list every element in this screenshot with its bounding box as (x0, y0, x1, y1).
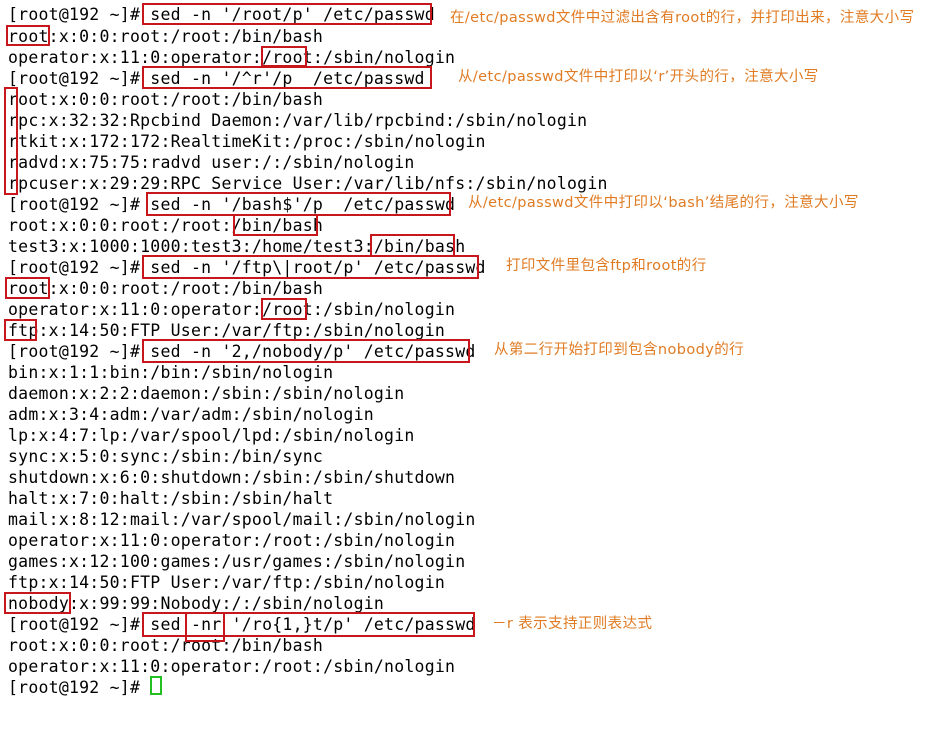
terminal-line: [root@192 ~]# (8, 678, 151, 697)
terminal-line: operator:x:11:0:operator:/root:/sbin/nol… (8, 300, 456, 319)
note-ftp-and-root: 打印文件里包含ftp和root的行 (506, 258, 707, 274)
terminal-line: operator:x:11:0:operator:/root:/sbin/nol… (8, 531, 456, 550)
terminal-line: adm:x:3:4:adm:/var/adm:/sbin/nologin (8, 405, 374, 424)
terminal-line: lp:x:4:7:lp:/var/spool/lpd:/sbin/nologin (8, 426, 415, 445)
terminal-line: bin:x:1:1:bin:/bin:/sbin/nologin (8, 363, 334, 382)
terminal-line: root:x:0:0:root:/root:/bin/bash (8, 90, 324, 109)
terminal-line: rtkit:x:172:172:RealtimeKit:/proc:/sbin/… (8, 132, 486, 151)
terminal-line: nobody:x:99:99:Nobody:/:/sbin/nologin (8, 594, 385, 613)
note-line2-to-nobody: 从第二行开始打印到包含nobody的行 (494, 342, 745, 358)
note-r-regex: －r 表示支持正则表达式 (492, 616, 653, 632)
terminal-line: radvd:x:75:75:radvd user:/:/sbin/nologin (8, 153, 415, 172)
note-start-with-r: 从/etc/passwd文件中打印以‘r’开头的行，注意大小写 (458, 69, 819, 85)
terminal-line: daemon:x:2:2:daemon:/sbin:/sbin/nologin (8, 384, 405, 403)
terminal-line: rpc:x:32:32:Rpcbind Daemon:/var/lib/rpcb… (8, 111, 588, 130)
terminal-line: [root@192 ~]# sed -n '2,/nobody/p' /etc/… (8, 342, 476, 361)
terminal-line: halt:x:7:0:halt:/sbin:/sbin/halt (8, 489, 334, 508)
terminal-line: root:x:0:0:root:/root:/bin/bash (8, 279, 324, 298)
terminal-line: [root@192 ~]# sed -n '/root/p' /etc/pass… (8, 5, 435, 24)
note-filter-root: 在/etc/passwd文件中过滤出含有root的行，并打印出来，注意大小写 (450, 10, 915, 26)
terminal-line: [root@192 ~]# sed -n '/ftp\|root/p' /etc… (8, 258, 486, 277)
note-end-with-bash: 从/etc/passwd文件中打印以‘bash’结尾的行，注意大小写 (468, 195, 859, 211)
terminal-line: ftp:x:14:50:FTP User:/var/ftp:/sbin/nolo… (8, 573, 446, 592)
terminal-line: test3:x:1000:1000:test3:/home/test3:/bin… (8, 237, 466, 256)
terminal-line: [root@192 ~]# sed -n '/^r'/p /etc/passwd (8, 69, 425, 88)
terminal-line: operator:x:11:0:operator:/root:/sbin/nol… (8, 657, 456, 676)
terminal-line: ftp:x:14:50:FTP User:/var/ftp:/sbin/nolo… (8, 321, 446, 340)
terminal-line: operator:x:11:0:operator:/root:/sbin/nol… (8, 48, 456, 67)
terminal-line: games:x:12:100:games:/usr/games:/sbin/no… (8, 552, 466, 571)
terminal-output[interactable]: [root@192 ~]# sed -n '/root/p' /etc/pass… (0, 0, 948, 731)
terminal-line: rpcuser:x:29:29:RPC Service User:/var/li… (8, 174, 608, 193)
terminal-line: [root@192 ~]# sed -n '/bash$'/p /etc/pas… (8, 195, 456, 214)
terminal-line: sync:x:5:0:sync:/sbin:/bin/sync (8, 447, 324, 466)
terminal-line: root:x:0:0:root:/root:/bin/bash (8, 636, 324, 655)
terminal-line: mail:x:8:12:mail:/var/spool/mail:/sbin/n… (8, 510, 476, 529)
terminal-line: root:x:0:0:root:/root:/bin/bash (8, 27, 324, 46)
terminal-line: shutdown:x:6:0:shutdown:/sbin:/sbin/shut… (8, 468, 456, 487)
text-cursor (150, 676, 162, 695)
terminal-line: [root@192 ~]# sed -nr '/ro{1,}t/p' /etc/… (8, 615, 476, 634)
terminal-line: root:x:0:0:root:/root:/bin/bash (8, 216, 324, 235)
